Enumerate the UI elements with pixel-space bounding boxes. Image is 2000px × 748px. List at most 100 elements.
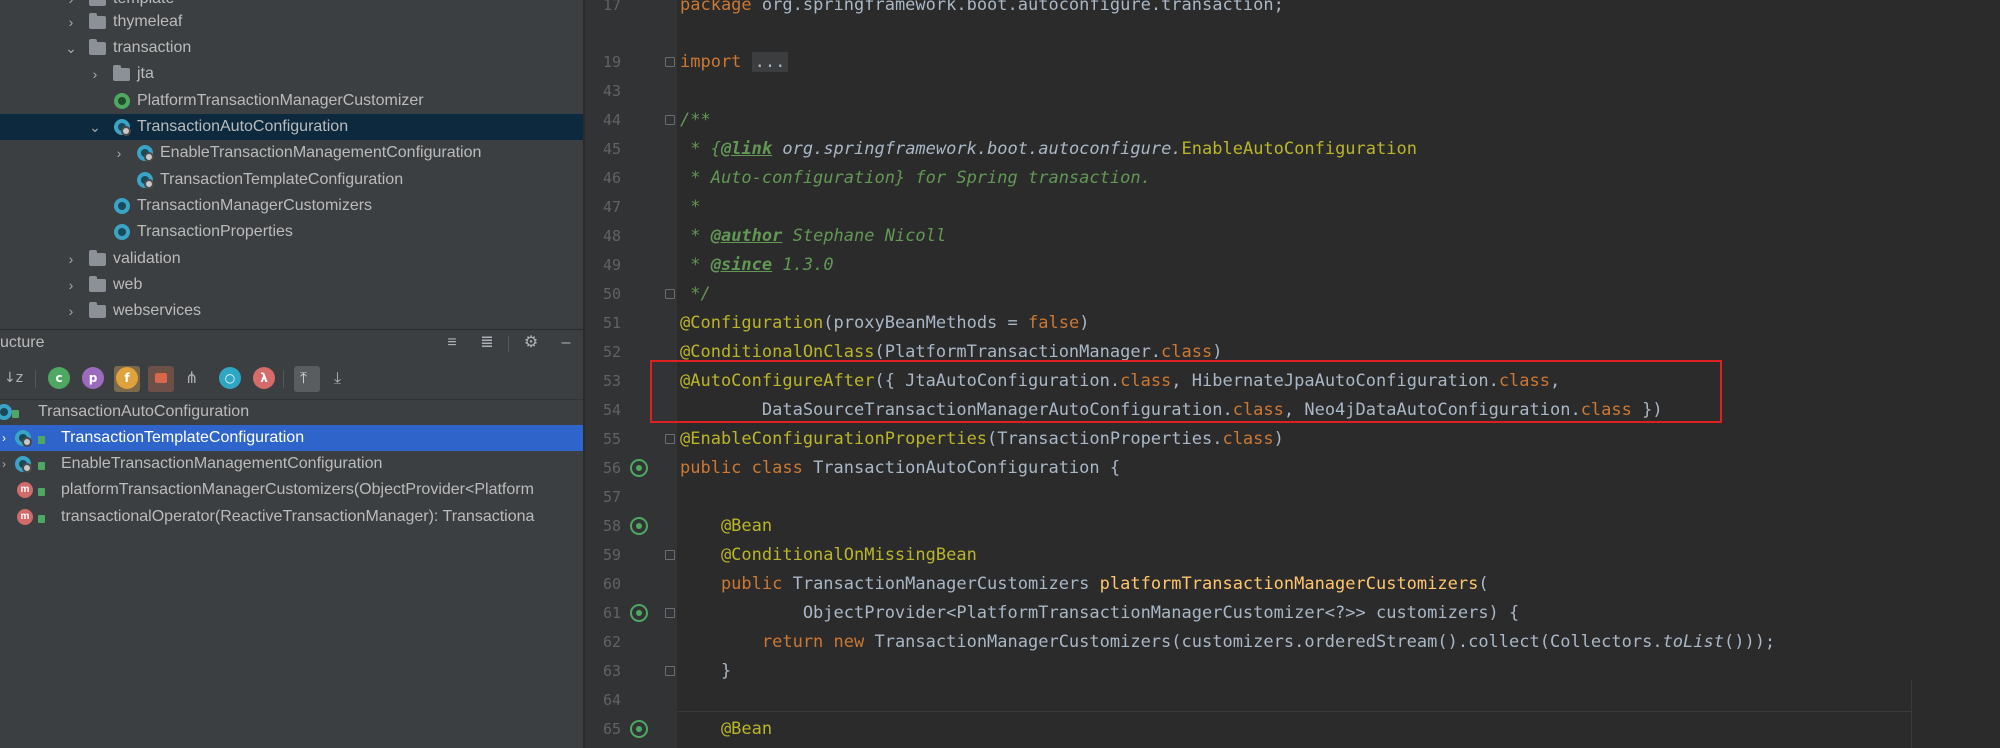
chevron-right-icon[interactable]: › — [112, 140, 126, 166]
tree-item-tx-properties[interactable]: TransactionProperties — [0, 219, 583, 245]
folder-icon — [89, 0, 106, 6]
structure-item-enable-tx-mgmt-config[interactable]: › EnableTransactionManagementConfigurati… — [0, 451, 583, 477]
tree-item-validation[interactable]: › validation — [0, 246, 583, 272]
code-line: * @since 1.3.0 — [680, 251, 834, 280]
line-number: 54 — [602, 401, 621, 419]
structure-root[interactable]: TransactionAutoConfiguration — [0, 399, 583, 425]
line-number: 61 — [602, 604, 621, 622]
inherited-icon[interactable]: c — [48, 367, 70, 389]
structure-item-label: EnableTransactionManagementConfiguration — [61, 455, 383, 472]
fold-icon[interactable] — [665, 57, 675, 67]
fold-icon[interactable] — [665, 608, 675, 618]
code-text: TransactionAutoConfiguration { — [802, 458, 1121, 478]
code-line: * {@link org.springframework.boot.autoco… — [680, 135, 1417, 164]
properties-icon[interactable]: p — [82, 367, 104, 389]
folder-icon — [89, 250, 106, 266]
chevron-down-icon[interactable]: ⌄ — [88, 114, 102, 140]
bean-gutter-icon[interactable] — [630, 604, 648, 622]
fold-icon[interactable] — [665, 550, 675, 560]
tree-item-label: TransactionAutoConfiguration — [137, 118, 349, 135]
line-number: 53 — [602, 372, 621, 390]
chevron-right-icon[interactable]: › — [64, 9, 78, 35]
code-text: org.springframework.boot.autoconfigure.t… — [751, 0, 1284, 15]
chevron-right-icon[interactable]: › — [88, 61, 102, 87]
doc-link[interactable]: org.springframework.boot.autoconfigure. — [772, 139, 1181, 159]
collapse-all-icon[interactable]: ≣ — [478, 334, 496, 352]
gear-icon[interactable]: ⚙ — [522, 334, 540, 352]
tree-item-web[interactable]: › web — [0, 272, 583, 298]
tree-item-label: TransactionManagerCustomizers — [137, 197, 373, 214]
line-number: 57 — [602, 488, 621, 506]
line-number: 49 — [602, 256, 621, 274]
chevron-right-icon[interactable]: › — [2, 425, 6, 451]
hierarchy-icon[interactable]: ⋔ — [185, 367, 198, 389]
code-text: TransactionManagerCustomizers(customizer… — [864, 632, 1663, 652]
method-separator — [677, 711, 1912, 712]
structure-item-label: TransactionTemplateConfiguration — [61, 429, 305, 446]
folder-icon — [89, 39, 106, 55]
bean-gutter-icon[interactable] — [630, 720, 648, 738]
lock-icon — [38, 488, 45, 496]
fields-icon[interactable]: f — [116, 367, 138, 389]
doc-link-class[interactable]: EnableAutoConfiguration — [1182, 139, 1417, 159]
tree-item-thymeleaf[interactable]: › thymeleaf — [0, 9, 583, 35]
tree-item-tx-autoconfiguration[interactable]: ⌄ TransactionAutoConfiguration — [0, 114, 583, 140]
doc-text: 1.3.0 — [772, 255, 834, 275]
line-number: 59 — [602, 546, 621, 564]
structure-item-method[interactable]: m platformTransactionManagerCustomizers(… — [0, 477, 583, 503]
folded-imports[interactable]: ... — [751, 52, 789, 72]
code-line: } — [680, 661, 732, 681]
fold-icon[interactable] — [665, 289, 675, 299]
chevron-right-icon[interactable]: › — [64, 298, 78, 324]
doc-tag: @link — [720, 139, 773, 159]
anonymous-icon[interactable]: ○ — [219, 367, 241, 389]
keyword: public — [680, 574, 783, 594]
chevron-right-icon[interactable]: › — [64, 246, 78, 272]
tree-item-platform-tx-customizer[interactable]: PlatformTransactionManagerCustomizer — [0, 88, 583, 114]
fold-icon[interactable] — [665, 115, 675, 125]
code-line: public class TransactionAutoConfiguratio… — [680, 454, 1120, 483]
line-number: 55 — [602, 430, 621, 448]
chevron-right-icon[interactable]: › — [64, 272, 78, 298]
config-badge-icon — [144, 152, 154, 162]
tree-item-tx-template-config[interactable]: TransactionTemplateConfiguration — [0, 167, 583, 193]
tree-item-label: jta — [137, 65, 154, 82]
tree-item-webservices[interactable]: › webservices — [0, 298, 583, 324]
bean-gutter-icon[interactable] — [630, 517, 648, 535]
annotation: @EnableConfigurationProperties — [680, 429, 988, 449]
autoscroll-to-source-icon[interactable]: ⤒ — [300, 367, 307, 389]
sort-alpha-icon[interactable]: ↓z — [4, 367, 23, 389]
chevron-right-icon[interactable]: › — [2, 451, 6, 477]
lambda-icon[interactable]: λ — [253, 367, 275, 389]
tree-item-jta[interactable]: › jta — [0, 61, 583, 87]
tree-item-label: web — [113, 276, 143, 293]
line-number: 48 — [602, 227, 621, 245]
tree-item-tx-manager-customizers[interactable]: TransactionManagerCustomizers — [0, 193, 583, 219]
tree-item-enable-tx-mgmt-config[interactable]: › EnableTransactionManagementConfigurati… — [0, 140, 583, 166]
bean-gutter-icon[interactable] — [630, 459, 648, 477]
autoscroll-from-source-icon[interactable]: ⤓ — [334, 367, 341, 389]
tree-item-label: EnableTransactionManagementConfiguration — [160, 144, 482, 161]
keyword: public class — [680, 458, 803, 478]
doc-text: * { — [680, 139, 721, 159]
tree-item-label: thymeleaf — [113, 13, 183, 30]
class-icon — [0, 404, 12, 420]
right-margin-guide — [1911, 680, 1912, 748]
expand-all-icon[interactable]: ≡ — [443, 334, 461, 352]
tree-item-label: transaction — [113, 39, 192, 56]
fold-icon[interactable] — [665, 666, 675, 676]
code-line: @EnableConfigurationProperties(Transacti… — [680, 425, 1284, 454]
tree-item-transaction[interactable]: ⌄ transaction — [0, 35, 583, 61]
structure-item-tx-template-config[interactable]: › TransactionTemplateConfiguration — [0, 425, 583, 451]
line-number: 60 — [602, 575, 621, 593]
method-icon: m — [17, 509, 33, 525]
code-line: public TransactionManagerCustomizers pla… — [680, 570, 1489, 599]
code-text: (PlatformTransactionManager. — [874, 342, 1162, 362]
class-icon — [114, 224, 130, 240]
chevron-down-icon[interactable]: ⌄ — [64, 35, 78, 61]
minimize-icon[interactable]: – — [557, 334, 575, 352]
interface-icon — [114, 93, 130, 109]
fold-icon[interactable] — [665, 434, 675, 444]
structure-item-method[interactable]: m transactionalOperator(ReactiveTransact… — [0, 504, 583, 530]
code-text: ())); — [1723, 632, 1776, 652]
